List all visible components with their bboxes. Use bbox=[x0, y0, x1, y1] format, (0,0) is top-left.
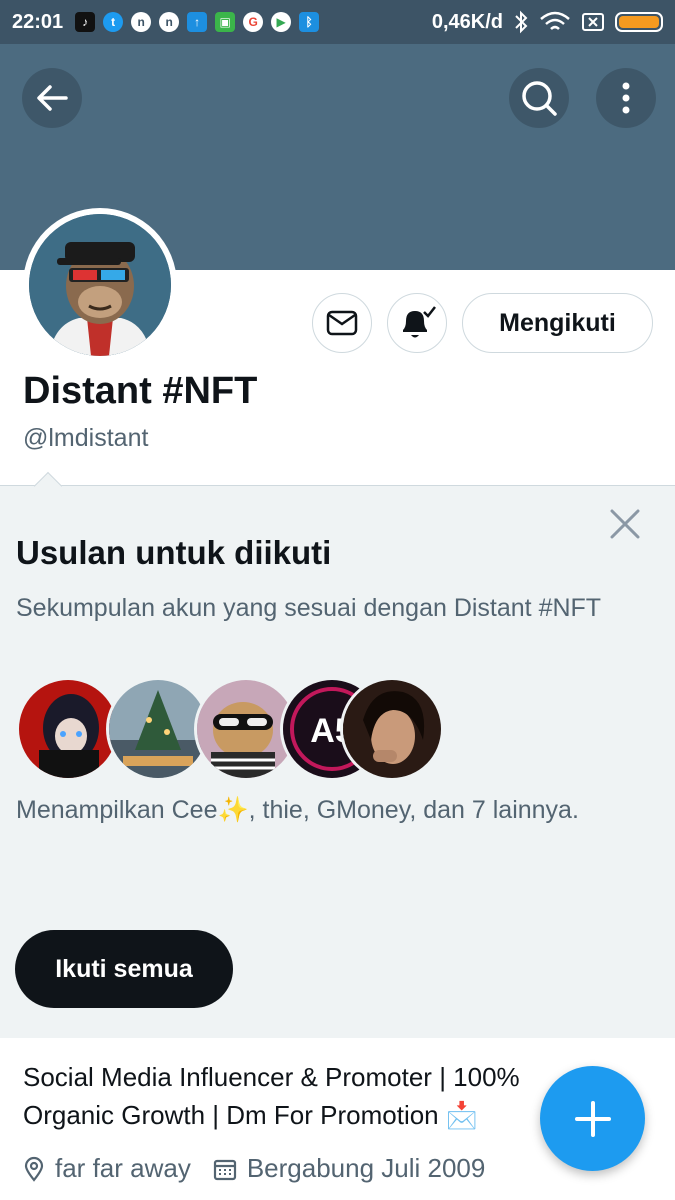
n-app-icon: n bbox=[131, 12, 152, 32]
suggested-avatars[interactable]: A5 bbox=[16, 677, 444, 781]
display-name: Distant #NFT bbox=[23, 370, 258, 412]
suggestions-showing-text: Menampilkan Cee✨, thie, GMoney, dan 7 la… bbox=[16, 796, 579, 824]
bell-check-icon bbox=[403, 306, 436, 338]
location-item: far far away bbox=[23, 1153, 191, 1184]
n-app-icon: n bbox=[159, 12, 180, 32]
bluetooth-app-icon: ᛒ bbox=[299, 12, 320, 32]
suggested-avatar[interactable] bbox=[340, 677, 444, 781]
suggestions-title: Usulan untuk diikuti bbox=[16, 534, 332, 571]
back-button[interactable] bbox=[22, 68, 82, 128]
notifications-button[interactable] bbox=[387, 293, 447, 353]
battery-icon bbox=[615, 12, 663, 32]
tiktok-icon: ♪ bbox=[75, 12, 96, 32]
search-icon bbox=[522, 81, 557, 116]
joined-text: Bergabung Juli 2009 bbox=[246, 1153, 486, 1183]
profile-bio: Social Media Influencer & Promoter | 100… bbox=[23, 1062, 520, 1130]
profile-meta: far far away Bergabung Juli 2009 bbox=[23, 1153, 507, 1184]
following-button[interactable]: Mengikuti bbox=[462, 293, 653, 353]
message-button[interactable] bbox=[312, 293, 372, 353]
play-store-icon: ▶ bbox=[271, 12, 292, 32]
location-text: far far away bbox=[55, 1153, 191, 1183]
follow-suggestions-panel: Usulan untuk diikuti Sekumpulan akun yan… bbox=[0, 471, 675, 1038]
google-icon: G bbox=[243, 12, 264, 32]
avatar-image bbox=[29, 214, 171, 356]
status-time: 22:01 bbox=[12, 10, 64, 33]
bluetooth-icon bbox=[515, 10, 528, 34]
upload-icon: ↑ bbox=[187, 12, 208, 32]
wifi-icon bbox=[540, 11, 570, 30]
more-options-button[interactable] bbox=[596, 68, 656, 128]
profile-avatar[interactable] bbox=[23, 208, 177, 362]
status-bar: 22:01 ♪ t n n ↑ ▣ G ▶ ᛒ 0,46K/d bbox=[0, 0, 675, 44]
notification-icons: ♪ t n n ↑ ▣ G ▶ ᛒ bbox=[75, 12, 320, 32]
no-sim-icon bbox=[582, 13, 604, 31]
status-right: 0,46K/d bbox=[432, 10, 663, 34]
search-button[interactable] bbox=[509, 68, 569, 128]
envelope-icon bbox=[326, 310, 358, 336]
plus-icon bbox=[574, 1100, 611, 1137]
compose-tweet-button[interactable] bbox=[540, 1066, 645, 1171]
joined-item: Bergabung Juli 2009 bbox=[213, 1153, 486, 1184]
suggestions-description: Sekumpulan akun yang sesuai dengan Dista… bbox=[16, 594, 602, 622]
twitter-icon: t bbox=[103, 12, 124, 32]
more-vertical-icon bbox=[622, 82, 630, 114]
close-icon[interactable] bbox=[607, 506, 643, 542]
panel-pointer bbox=[33, 471, 63, 501]
location-pin-icon bbox=[24, 1156, 44, 1182]
username-handle: @lmdistant bbox=[23, 424, 149, 452]
arrow-left-icon bbox=[37, 85, 68, 111]
suggested-avatar[interactable] bbox=[16, 677, 120, 781]
follow-all-button[interactable]: Ikuti semua bbox=[15, 930, 233, 1008]
calendar-icon bbox=[213, 1159, 236, 1180]
network-speed: 0,46K/d bbox=[431, 10, 503, 33]
android-icon: ▣ bbox=[215, 12, 236, 32]
